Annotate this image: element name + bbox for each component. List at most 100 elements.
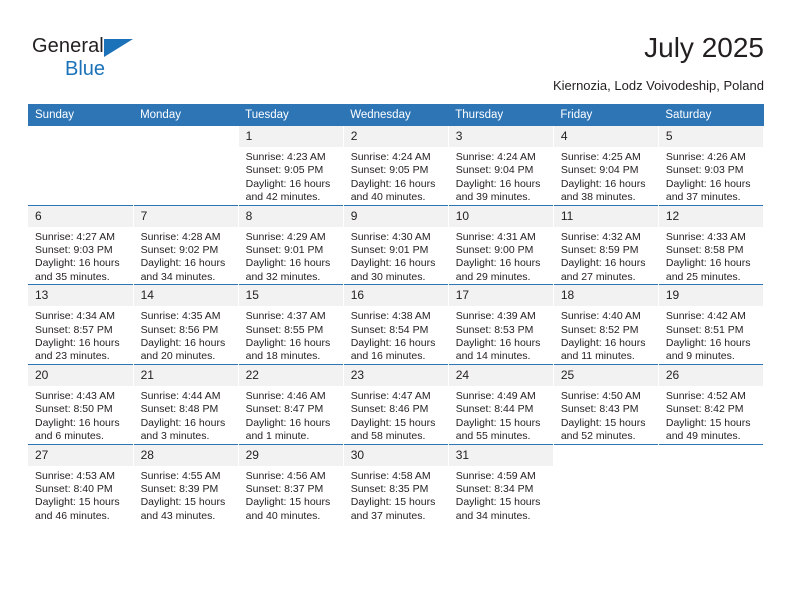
calendar-body: 1 Sunrise: 4:23 AM Sunset: 9:05 PM Daylight… [28, 126, 765, 524]
daylight-text: Daylight: 16 hours and 6 minutes. [35, 416, 120, 443]
calendar-day-cell[interactable]: 3 Sunrise: 4:24 AM Sunset: 9:04 PM Daylight… [448, 126, 554, 206]
day-number: 10 [448, 205, 553, 227]
sunrise-text: Sunrise: 4:59 AM [455, 469, 536, 482]
daylight-text: Daylight: 16 hours and 16 minutes. [350, 337, 436, 363]
calendar-table: Sunday Monday Tuesday Wednesday Thursday… [28, 104, 765, 524]
daylight-text: Daylight: 15 hours and 40 minutes. [245, 496, 331, 522]
calendar-day-cell[interactable]: 1 Sunrise: 4:23 AM Sunset: 9:05 PM Daylight… [238, 126, 344, 206]
daylight-text: Daylight: 16 hours and 42 minutes. [245, 177, 331, 204]
sunrise-text: Sunrise: 4:26 AM [665, 151, 746, 163]
daylight-text: Daylight: 15 hours and 46 minutes. [35, 496, 120, 522]
calendar-day-cell[interactable]: 19 Sunrise: 4:42 AM Sunset: 8:51 PM Dayligh… [658, 284, 765, 365]
daylight-text: Daylight: 16 hours and 20 minutes. [140, 337, 226, 363]
calendar-day-cell[interactable]: 26 Sunrise: 4:52 AM Sunset: 8:42 PM Dayligh… [658, 363, 765, 444]
calendar-day-cell[interactable]: 18 Sunrise: 4:40 AM Sunset: 8:52 PM Dayligh… [553, 284, 659, 365]
day-sun-info: Sunrise: 4:53 AM Sunset: 8:40 PM Daylight:… [28, 466, 133, 524]
sunrise-text: Sunrise: 4:31 AM [455, 230, 536, 243]
sunrise-text: Sunrise: 4:29 AM [245, 230, 326, 243]
day-sun-info: Sunrise: 4:25 AM Sunset: 9:04 PM Daylight:… [554, 147, 658, 205]
sunrise-text: Sunrise: 4:46 AM [245, 389, 326, 402]
day-sun-info: Sunrise: 4:27 AM Sunset: 9:03 PM Daylight:… [28, 227, 133, 285]
day-number: 4 [553, 126, 658, 147]
daylight-text: Daylight: 16 hours and 9 minutes. [665, 337, 751, 363]
day-number: 28 [133, 444, 238, 466]
calendar-day-cell[interactable]: 12 Sunrise: 4:33 AM Sunset: 8:58 PM Dayligh… [658, 204, 765, 285]
sunrise-text: Sunrise: 4:58 AM [350, 469, 431, 482]
daylight-text: Daylight: 16 hours and 37 minutes. [665, 177, 751, 204]
day-sun-info: Sunrise: 4:39 AM Sunset: 8:53 PM Daylight:… [449, 306, 553, 364]
sunrise-text: Sunrise: 4:24 AM [350, 151, 431, 163]
calendar-day-cell[interactable]: 22 Sunrise: 4:46 AM Sunset: 8:47 PM Dayligh… [238, 363, 344, 444]
sunset-text: Sunset: 8:58 PM [665, 244, 744, 257]
day-sun-info: Sunrise: 4:29 AM Sunset: 9:01 PM Daylight:… [239, 227, 343, 285]
sunrise-text: Sunrise: 4:55 AM [140, 469, 221, 482]
day-number: 7 [133, 205, 238, 227]
calendar-day-cell[interactable]: 2 Sunrise: 4:24 AM Sunset: 9:05 PM Daylight… [343, 126, 449, 206]
sunrise-text: Sunrise: 4:56 AM [245, 469, 326, 482]
day-sun-info: Sunrise: 4:23 AM Sunset: 9:05 PM Daylight:… [239, 147, 343, 205]
day-number: 21 [133, 364, 238, 386]
calendar-day-cell[interactable]: 29 Sunrise: 4:56 AM Sunset: 8:37 PM Dayligh… [238, 443, 344, 524]
day-number: 16 [343, 285, 448, 307]
daylight-text: Daylight: 16 hours and 3 minutes. [140, 416, 226, 443]
calendar-day-cell[interactable]: 27 Sunrise: 4:53 AM Sunset: 8:40 PM Dayligh… [28, 443, 134, 524]
calendar-day-cell[interactable]: 8 Sunrise: 4:29 AM Sunset: 9:01 PM Daylight… [238, 204, 344, 285]
sunrise-text: Sunrise: 4:25 AM [560, 151, 641, 163]
calendar-day-cell[interactable]: 5 Sunrise: 4:26 AM Sunset: 9:03 PM Daylight… [658, 126, 765, 206]
calendar-day-cell[interactable]: 11 Sunrise: 4:32 AM Sunset: 8:59 PM Dayligh… [553, 204, 659, 285]
calendar-day-cell[interactable]: 30 Sunrise: 4:58 AM Sunset: 8:35 PM Dayligh… [343, 443, 449, 524]
weekday-header-sunday: Sunday [28, 104, 134, 126]
calendar-day-cell[interactable]: 24 Sunrise: 4:49 AM Sunset: 8:44 PM Dayligh… [448, 363, 554, 444]
sunrise-text: Sunrise: 4:24 AM [455, 151, 536, 163]
calendar-day-cell[interactable]: 21 Sunrise: 4:44 AM Sunset: 8:48 PM Dayligh… [133, 363, 239, 444]
calendar-day-cell[interactable]: 17 Sunrise: 4:39 AM Sunset: 8:53 PM Dayligh… [448, 284, 554, 365]
daylight-text: Daylight: 15 hours and 55 minutes. [455, 416, 541, 443]
sunset-text: Sunset: 8:50 PM [35, 403, 113, 416]
day-number: 14 [133, 285, 238, 307]
calendar-day-cell[interactable]: 9 Sunrise: 4:30 AM Sunset: 9:01 PM Daylight… [343, 204, 449, 285]
daylight-text: Daylight: 15 hours and 58 minutes. [350, 416, 436, 443]
calendar-week-row: 6 Sunrise: 4:27 AM Sunset: 9:03 PM Daylight… [28, 204, 765, 285]
calendar-day-cell[interactable]: 23 Sunrise: 4:47 AM Sunset: 8:46 PM Dayligh… [343, 363, 449, 444]
calendar-grid: Sunday Monday Tuesday Wednesday Thursday… [28, 104, 765, 524]
calendar-day-cell[interactable]: 7 Sunrise: 4:28 AM Sunset: 9:02 PM Daylight… [133, 204, 239, 285]
daylight-text: Daylight: 16 hours and 34 minutes. [140, 257, 226, 283]
brand-logo-blue-text: Blue [65, 58, 106, 80]
calendar-day-cell[interactable]: 14 Sunrise: 4:35 AM Sunset: 8:56 PM Dayligh… [133, 284, 239, 365]
calendar-day-cell[interactable]: 4 Sunrise: 4:25 AM Sunset: 9:04 PM Daylight… [553, 126, 659, 206]
sunset-text: Sunset: 8:52 PM [560, 323, 639, 336]
day-sun-info: Sunrise: 4:24 AM Sunset: 9:04 PM Daylight:… [449, 147, 553, 205]
weekday-header-friday: Friday [553, 104, 659, 126]
sunrise-text: Sunrise: 4:32 AM [560, 230, 641, 243]
sunset-text: Sunset: 8:54 PM [350, 323, 429, 336]
daylight-text: Daylight: 16 hours and 25 minutes. [665, 257, 751, 283]
day-sun-info: Sunrise: 4:26 AM Sunset: 9:03 PM Daylight:… [659, 147, 763, 205]
sunset-text: Sunset: 9:05 PM [245, 164, 324, 177]
day-sun-info: Sunrise: 4:34 AM Sunset: 8:57 PM Daylight:… [28, 306, 133, 364]
daylight-text: Daylight: 16 hours and 11 minutes. [560, 337, 646, 363]
sunset-text: Sunset: 9:04 PM [560, 164, 639, 177]
day-number: 6 [28, 205, 133, 227]
calendar-week-row: 13 Sunrise: 4:34 AM Sunset: 8:57 PM Dayligh… [28, 284, 765, 365]
calendar-day-cell[interactable]: 20 Sunrise: 4:43 AM Sunset: 8:50 PM Dayligh… [28, 363, 134, 444]
weekday-header-thursday: Thursday [448, 104, 554, 126]
sunset-text: Sunset: 9:01 PM [245, 244, 324, 257]
brand-logo[interactable]: General Blue [32, 36, 202, 86]
calendar-day-cell[interactable]: 28 Sunrise: 4:55 AM Sunset: 8:39 PM Dayligh… [133, 443, 239, 524]
calendar-day-cell-empty [133, 126, 239, 206]
brand-logo-general-text: General [32, 35, 104, 57]
sunset-text: Sunset: 8:47 PM [245, 403, 324, 416]
daylight-text: Daylight: 16 hours and 27 minutes. [560, 257, 646, 283]
calendar-day-cell[interactable]: 16 Sunrise: 4:38 AM Sunset: 8:54 PM Dayligh… [343, 284, 449, 365]
page-subtitle-location: Kiernozia, Lodz Voivodeship, Poland [552, 78, 764, 93]
calendar-day-cell[interactable]: 25 Sunrise: 4:50 AM Sunset: 8:43 PM Dayligh… [553, 363, 659, 444]
calendar-day-cell[interactable]: 15 Sunrise: 4:37 AM Sunset: 8:55 PM Dayligh… [238, 284, 344, 365]
calendar-day-cell[interactable]: 13 Sunrise: 4:34 AM Sunset: 8:57 PM Dayligh… [28, 284, 134, 365]
day-sun-info: Sunrise: 4:33 AM Sunset: 8:58 PM Daylight:… [659, 227, 763, 285]
calendar-day-cell[interactable]: 6 Sunrise: 4:27 AM Sunset: 9:03 PM Daylight… [28, 204, 134, 285]
day-number: 2 [343, 126, 448, 147]
day-sun-info: Sunrise: 4:50 AM Sunset: 8:43 PM Daylight:… [554, 386, 658, 444]
calendar-day-cell[interactable]: 10 Sunrise: 4:31 AM Sunset: 9:00 PM Dayligh… [448, 204, 554, 285]
calendar-day-cell[interactable]: 31 Sunrise: 4:59 AM Sunset: 8:34 PM Dayligh… [448, 443, 554, 524]
calendar-day-cell-empty [28, 126, 134, 206]
